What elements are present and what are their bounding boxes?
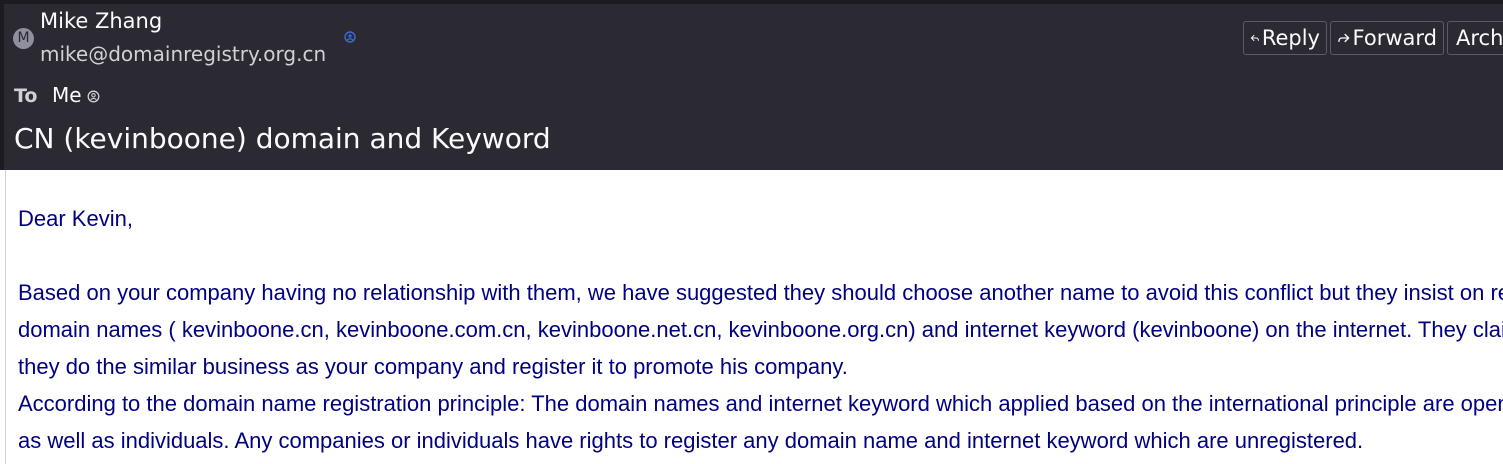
sender-email[interactable]: mike@domainregistry.org.cn: [40, 42, 326, 66]
contact-icon[interactable]: [344, 31, 356, 43]
message-header: M Mike Zhang mike@domainregistry.org.cn …: [0, 0, 1503, 170]
archive-button[interactable]: Archive: [1447, 21, 1503, 55]
person-icon[interactable]: [87, 90, 100, 103]
sender-avatar: M: [13, 28, 34, 49]
message-subject: CN (kevinboone) domain and Keyword: [14, 122, 551, 155]
reply-arrow-icon: [1250, 34, 1259, 42]
paragraph-1-line: they do the similar business as your com…: [18, 354, 848, 379]
reply-label: Reply: [1261, 26, 1320, 50]
to-label: To: [14, 85, 38, 107]
paragraph-2-line: as well as individuals. Any companies or…: [18, 428, 1364, 453]
recipient-me[interactable]: Me: [52, 83, 82, 107]
paragraph-1-line: Based on your company having no relation…: [18, 280, 1503, 305]
paragraph-2: According to the domain name registratio…: [18, 385, 1503, 459]
message-view: M Mike Zhang mike@domainregistry.org.cn …: [0, 0, 1503, 464]
reply-button[interactable]: Reply: [1243, 21, 1327, 55]
paragraph-1-line: domain names ( kevinboone.cn, kevinboone…: [18, 317, 1503, 342]
left-edge: [0, 0, 4, 170]
forward-arrow-icon: [1338, 33, 1350, 43]
forward-button[interactable]: Forward: [1330, 21, 1444, 55]
sender-name[interactable]: Mike Zhang: [40, 9, 162, 33]
paragraph-2-line: According to the domain name registratio…: [18, 391, 1503, 416]
paragraph-1: Based on your company having no relation…: [18, 274, 1503, 385]
message-body: Dear Kevin, Based on your company having…: [5, 170, 1503, 464]
top-strip: [0, 0, 1503, 4]
greeting: Dear Kevin,: [18, 206, 133, 231]
forward-label: Forward: [1352, 26, 1437, 50]
archive-label: Archive: [1456, 26, 1503, 50]
